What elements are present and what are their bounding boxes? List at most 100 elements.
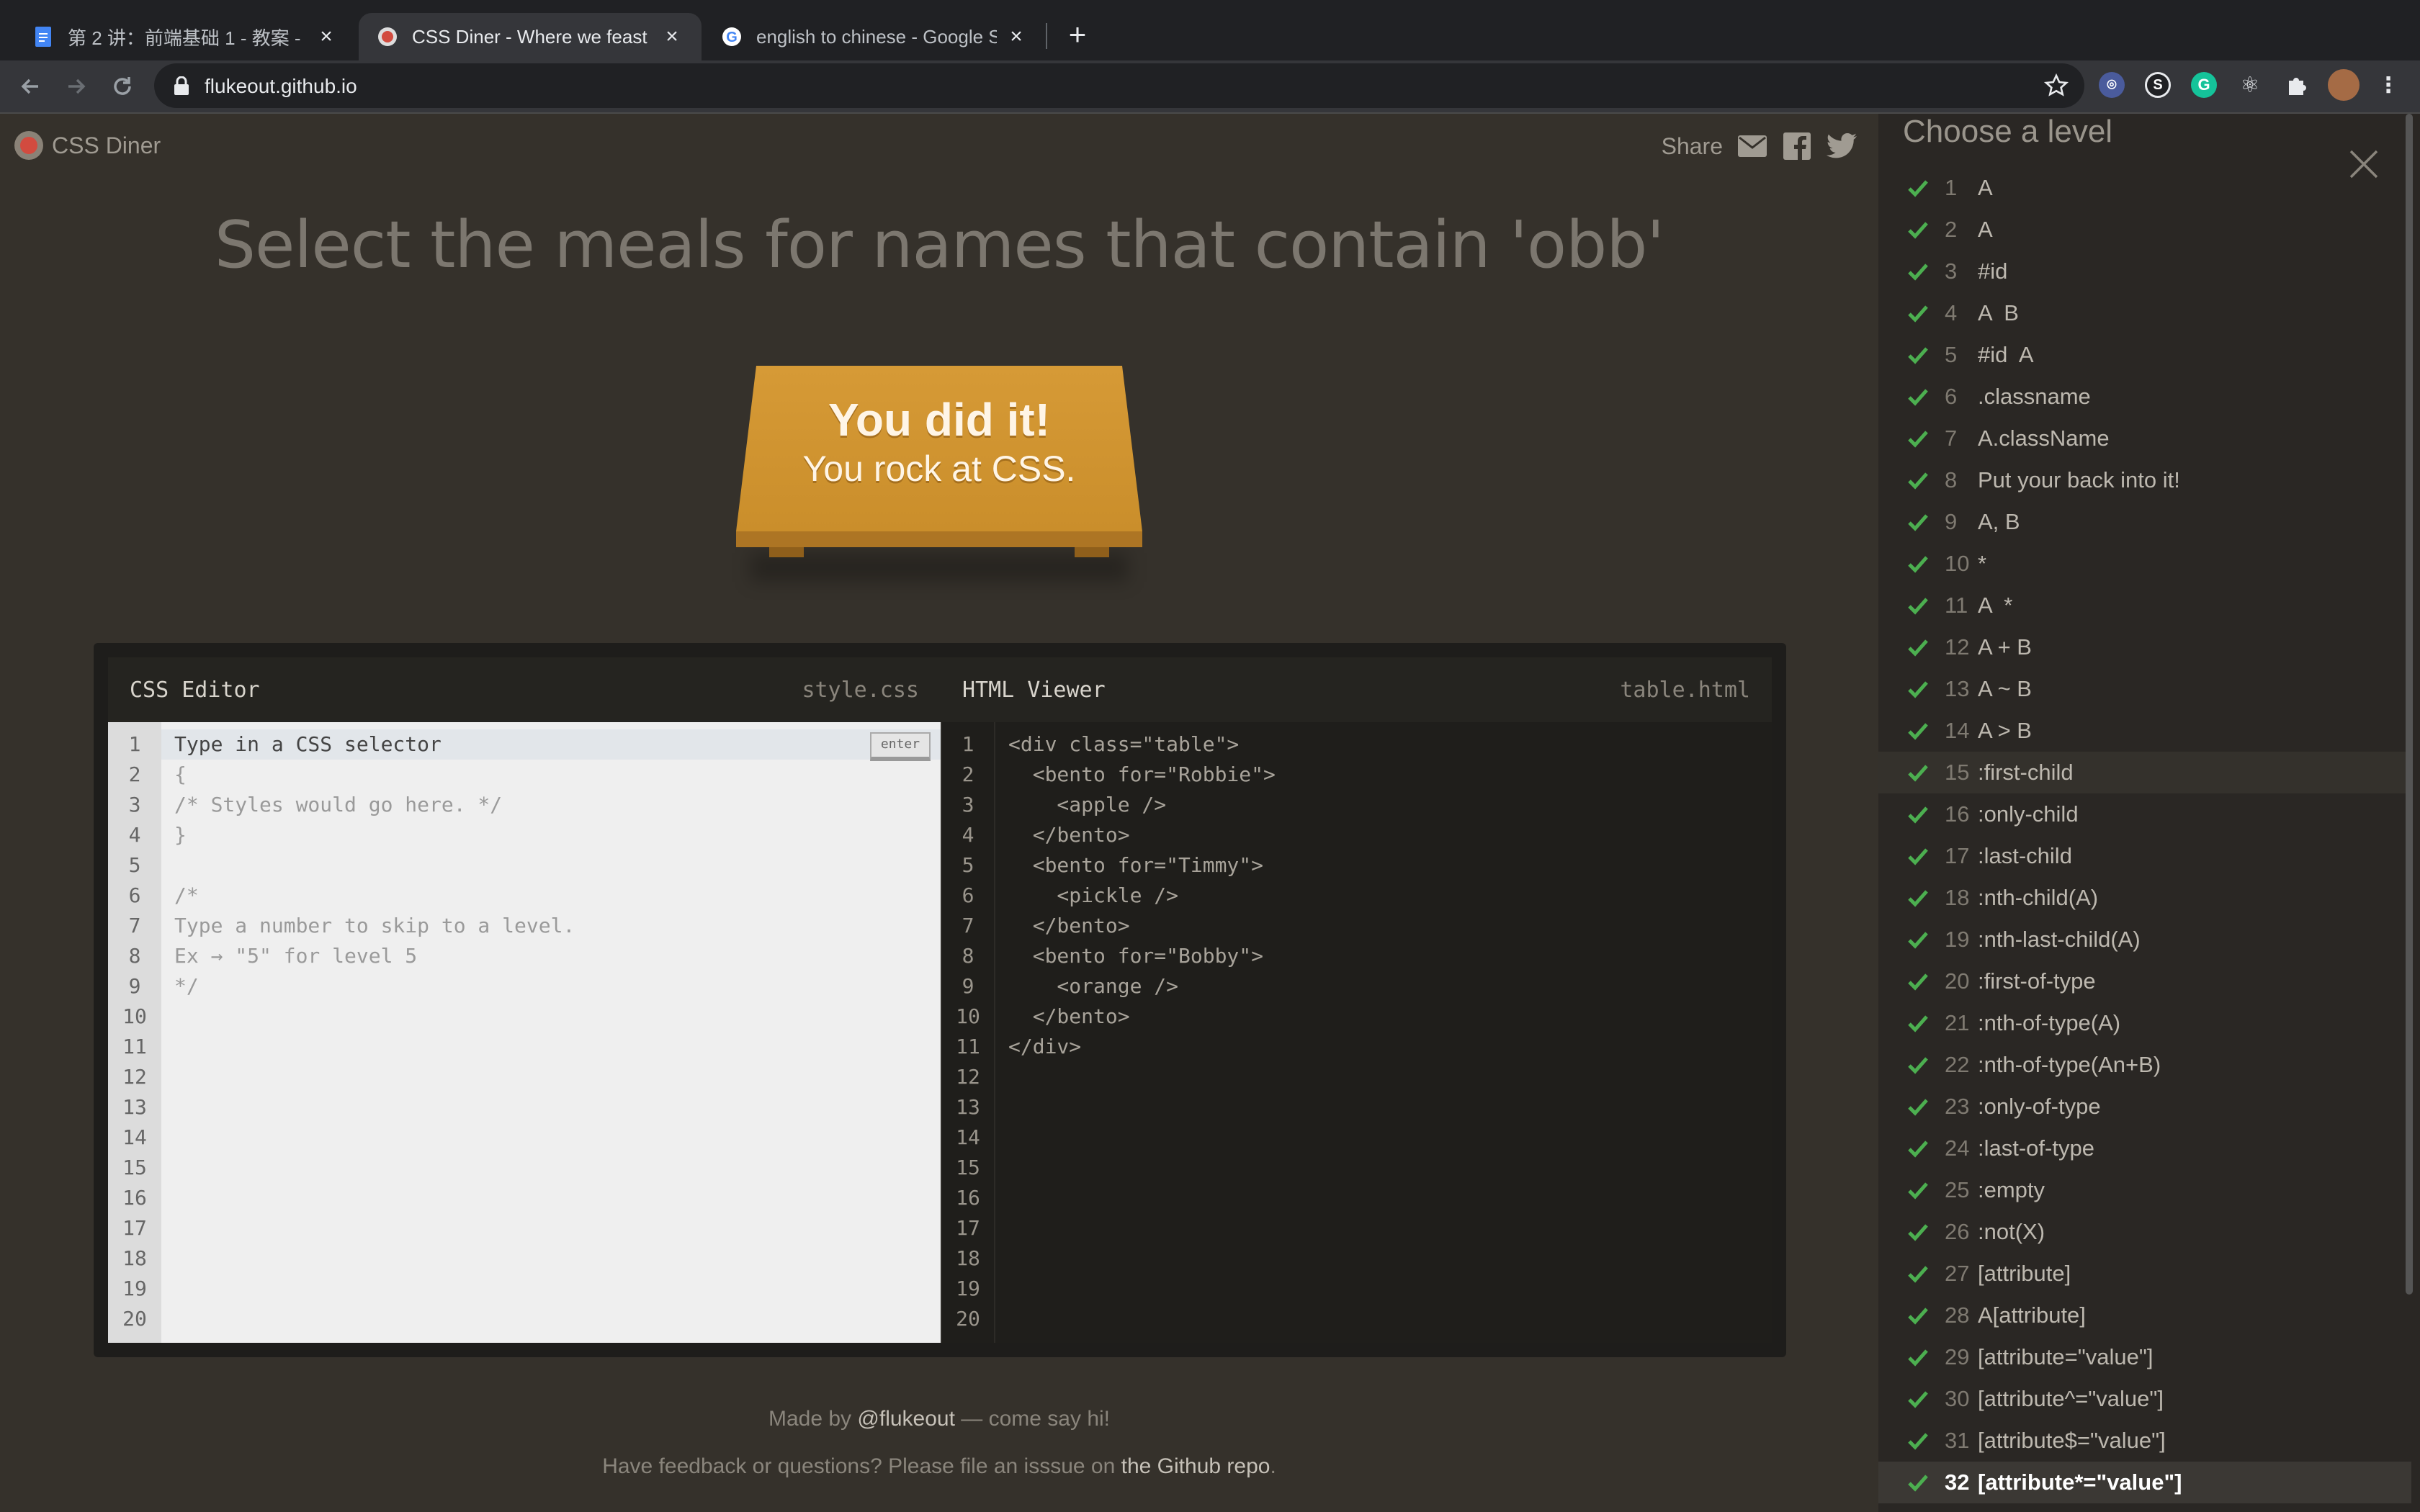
logo-text: CSS Diner [52,132,161,158]
level-item-17[interactable]: 17:last-child [1878,835,2411,877]
level-item-11[interactable]: 11 A * [1878,585,2411,626]
checkmark-icon [1907,1304,1930,1327]
tab-css-diner[interactable]: CSS Diner - Where we feast on × [359,13,702,60]
level-item-18[interactable]: 18:nth-child(A) [1878,877,2411,919]
extension-icon-s[interactable]: S [2145,72,2171,98]
level-number: 13 [1945,676,1970,701]
level-item-1[interactable]: 1A [1878,167,2411,209]
checkmark-icon [1907,970,1930,993]
back-icon[interactable] [14,71,46,102]
avatar[interactable] [2328,69,2360,101]
level-number: 25 [1945,1177,1970,1202]
level-name: A [1978,217,1993,242]
level-number: 29 [1945,1344,1970,1369]
level-instruction: Select the meals for names that contain … [214,207,1664,283]
level-number: 20 [1945,968,1970,994]
checkmark-icon [1907,1262,1930,1285]
tab-docs[interactable]: 第 2 讲：前端基础 1 - 教案 - Fei × [14,13,356,60]
html-viewer-pane: HTML Viewer table.html 1 2 3 4 5 6 7 8 9 10 11 12 13… [941,657,1772,1343]
level-name: :nth-of-type(A) [1978,1010,2121,1035]
level-item-20[interactable]: 20:first-of-type [1878,960,2411,1002]
level-item-14[interactable]: 14 A > B [1878,710,2411,752]
win-subtitle: You rock at CSS. [802,449,1076,489]
level-item-32[interactable]: 32 [attribute*="value"] [1878,1462,2411,1503]
sidebar-scrollbar[interactable] [2406,114,2413,1295]
browser-tab-strip: 第 2 讲：前端基础 1 - 教案 - Fei × CSS Diner - Wh… [0,0,2420,60]
level-item-29[interactable]: 29 [attribute="value"] [1878,1336,2411,1378]
code-line: { [174,762,187,786]
facebook-icon[interactable] [1782,131,1812,161]
level-item-4[interactable]: 4 A B [1878,292,2411,334]
table-leg [769,547,804,557]
level-item-10[interactable]: 10 * [1878,543,2411,585]
css-editor-filename: style.css [802,677,919,703]
close-icon[interactable]: × [661,24,683,48]
checkmark-icon [1907,176,1930,199]
level-item-21[interactable]: 21:nth-of-type(A) [1878,1002,2411,1044]
level-item-27[interactable]: 27 [attribute] [1878,1253,2411,1295]
level-name: :last-child [1978,843,2072,868]
level-name: * [1978,551,1987,576]
level-number: 1 [1945,175,1958,200]
address-bar[interactable]: flukeout.github.io [154,63,2084,108]
level-name: [attribute^="value"] [1978,1386,2164,1411]
level-item-7[interactable]: 7 A.className [1878,418,2411,459]
level-item-3[interactable]: 3 #id [1878,251,2411,292]
enter-button[interactable]: enter [870,732,931,761]
level-item-2[interactable]: 2A [1878,209,2411,251]
github-repo-link[interactable]: the Github repo [1121,1454,1270,1478]
level-item-6[interactable]: 6 .classname [1878,376,2411,418]
level-item-12[interactable]: 12 A + B [1878,626,2411,668]
react-devtools-icon[interactable]: ⚛ [2237,72,2263,98]
reload-icon[interactable] [107,71,138,102]
line-number: 10 [956,1004,980,1028]
close-icon[interactable]: × [1005,24,1027,48]
checkmark-icon [1907,719,1930,742]
level-item-30[interactable]: 30 [attribute^="value"] [1878,1378,2411,1420]
level-item-5[interactable]: 5 #id A [1878,334,2411,376]
close-icon[interactable]: × [315,24,337,48]
code-line: </div> [1008,1035,1082,1058]
level-name: [attribute="value"] [1978,1344,2154,1369]
level-number: 22 [1945,1052,1970,1077]
level-item-31[interactable]: 31 [attribute$="value"] [1878,1420,2411,1462]
tab-google[interactable]: G english to chinese - Google Se × [703,13,1046,60]
line-number: 7 [962,914,974,937]
extensions-puzzle-icon[interactable] [2283,72,2309,98]
line-number: 18 [956,1246,980,1270]
level-item-22[interactable]: 22:nth-of-type(An+B) [1878,1044,2411,1086]
line-number: 16 [122,1186,147,1210]
line-number: 3 [962,793,974,816]
checkmark-icon [1907,761,1930,784]
forward-icon[interactable] [60,71,92,102]
bookmark-star-icon[interactable] [2043,72,2070,99]
level-item-25[interactable]: 25:empty [1878,1169,2411,1211]
level-item-8[interactable]: 8 Put your back into it! [1878,459,2411,501]
level-item-15[interactable]: 15:first-child [1878,752,2411,793]
logo[interactable]: CSS Diner [14,131,161,160]
grammarly-icon[interactable]: G [2191,72,2217,98]
css-input-lines[interactable]: Type in a CSS selector{/* Styles would g… [161,722,941,1343]
level-item-26[interactable]: 26:not(X) [1878,1211,2411,1253]
extension-icon-1[interactable]: ⌾ [2099,72,2125,98]
level-item-9[interactable]: 9 A, B [1878,501,2411,543]
checkmark-icon [1907,1220,1930,1243]
flukeout-link[interactable]: @flukeout [857,1407,955,1431]
level-item-13[interactable]: 13 A ~ B [1878,668,2411,710]
level-item-24[interactable]: 24:last-of-type [1878,1128,2411,1169]
tab-title: english to chinese - Google Se [756,25,997,48]
level-item-16[interactable]: 16:only-child [1878,793,2411,835]
level-item-19[interactable]: 19:nth-last-child(A) [1878,919,2411,960]
email-icon[interactable] [1737,131,1767,161]
css-code-area[interactable]: 1 2 3 4 5 6 7 8 9 10 11 12 13 14 15 16 17 18 19 20 Type in … [108,722,941,1343]
line-number: 8 [962,944,974,968]
twitter-icon[interactable] [1827,131,1857,161]
new-tab-button[interactable]: + [1062,19,1093,50]
menu-dots-icon[interactable]: ⋮ [2375,72,2401,98]
level-item-28[interactable]: 28 A[attribute] [1878,1295,2411,1336]
level-item-23[interactable]: 23:only-of-type [1878,1086,2411,1128]
share-bar: Share [1662,131,1857,161]
